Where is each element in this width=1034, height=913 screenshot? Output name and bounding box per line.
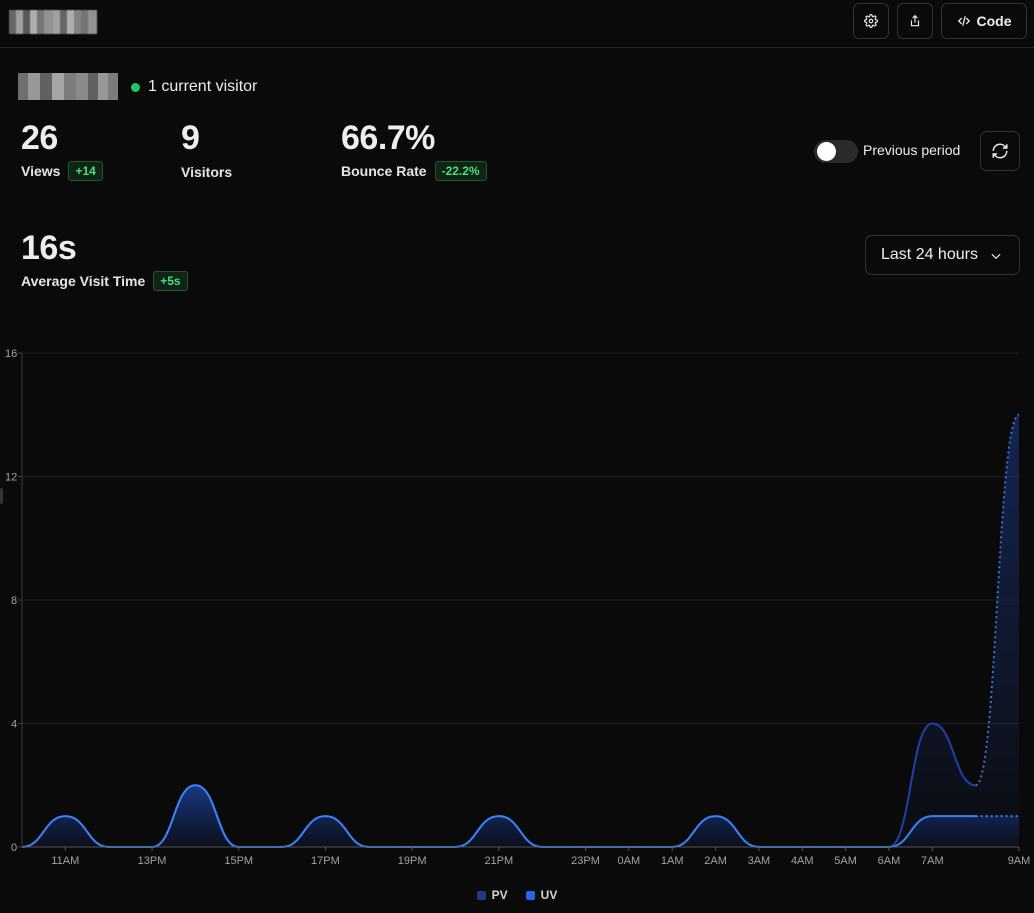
- live-dot-icon: [131, 82, 140, 92]
- legend-item-pv[interactable]: PV: [476, 888, 508, 902]
- chart-areas: [21, 413, 1020, 848]
- x-tick-label: 13PM: [138, 855, 167, 867]
- stat-bounce-rate: 66.7% Bounce Rate -22.2%: [341, 121, 487, 181]
- views-value: 26: [21, 119, 58, 157]
- visitors-value: 9: [181, 119, 200, 157]
- gear-icon: [864, 14, 878, 28]
- previous-period-toggle[interactable]: [814, 140, 858, 163]
- stat-visitors: 9 Visitors: [181, 121, 232, 180]
- chevron-down-icon: [991, 253, 1001, 260]
- avg-time-label: Average Visit Time: [21, 273, 146, 289]
- bounce-value: 66.7%: [341, 119, 435, 157]
- y-tick-label: 4: [11, 719, 17, 731]
- stat-views: 26 Views +14: [21, 121, 103, 181]
- x-tick-label: 4AM: [791, 855, 814, 867]
- chart-legend: PV UV: [0, 888, 1034, 902]
- avg-time-value: 16s: [21, 229, 77, 267]
- x-tick-label: 9AM: [1008, 855, 1031, 867]
- current-visitors-text: 1 current visitor: [148, 78, 258, 95]
- refresh-button[interactable]: [980, 131, 1020, 171]
- y-tick-label: 12: [5, 472, 17, 484]
- stat-avg-visit-time: 16s Average Visit Time +5s: [21, 231, 188, 291]
- traffic-chart: 0 4 8 12 16 11AM 13PM 15PM 17PM 19PM 21PM 23PM 0AM 1A…: [5, 348, 1030, 867]
- x-tick-label: 21PM: [484, 855, 513, 867]
- app-logo[interactable]: [9, 10, 97, 34]
- x-tick-label: 15PM: [224, 855, 253, 867]
- chart-grid: [22, 352, 1019, 848]
- x-tick-label: 5AM: [834, 855, 857, 867]
- y-tick-label: 0: [11, 842, 17, 854]
- x-tick-label: 1AM: [661, 855, 684, 867]
- legend-item-uv[interactable]: UV: [525, 888, 558, 902]
- series-area-pv: [22, 414, 1019, 847]
- settings-button[interactable]: [853, 3, 889, 39]
- x-tick-label: 23PM: [571, 855, 600, 867]
- toggle-knob: [817, 142, 836, 161]
- x-tick-label: 7AM: [921, 855, 944, 867]
- code-icon: [957, 16, 970, 26]
- x-tick-label: 0AM: [618, 855, 641, 867]
- x-tick-label: 6AM: [878, 855, 901, 867]
- legend-swatch-uv: [525, 890, 535, 900]
- time-range-select[interactable]: Last 24 hours: [865, 235, 1020, 275]
- code-button[interactable]: Code: [941, 3, 1027, 39]
- share-icon: [910, 14, 920, 27]
- x-tick-label: 3AM: [748, 855, 771, 867]
- refresh-icon: [992, 143, 1008, 159]
- visitors-label: Visitors: [181, 164, 233, 180]
- x-tick-label: 19PM: [398, 855, 427, 867]
- code-button-label: Code: [976, 13, 1012, 29]
- y-tick-label: 16: [5, 348, 17, 360]
- bounce-label: Bounce Rate: [341, 163, 427, 179]
- x-tick-label: 2AM: [704, 855, 727, 867]
- current-visitors: 1 current visitor: [131, 78, 257, 96]
- share-button[interactable]: [897, 3, 933, 39]
- views-label: Views: [21, 163, 61, 179]
- series-area-uv: [22, 785, 1019, 847]
- avg-time-delta-badge: +5s: [153, 271, 188, 291]
- chart-axes: 0 4 8 12 16 11AM 13PM 15PM 17PM 19PM 21PM 23PM 0AM 1A…: [5, 348, 1030, 867]
- bounce-delta-badge: -22.2%: [434, 161, 487, 181]
- site-name: [18, 73, 118, 100]
- legend-label-uv: UV: [540, 888, 558, 902]
- legend-label-pv: PV: [491, 888, 508, 902]
- previous-period-label: Previous period: [863, 142, 961, 158]
- views-delta-badge: +14: [68, 161, 103, 181]
- x-tick-label: 17PM: [311, 855, 340, 867]
- time-range-value: Last 24 hours: [881, 246, 978, 263]
- legend-swatch-pv: [476, 890, 486, 900]
- top-bar: Code: [0, 0, 1034, 48]
- y-tick-label: 8: [11, 595, 17, 607]
- x-tick-label: 11AM: [51, 855, 79, 867]
